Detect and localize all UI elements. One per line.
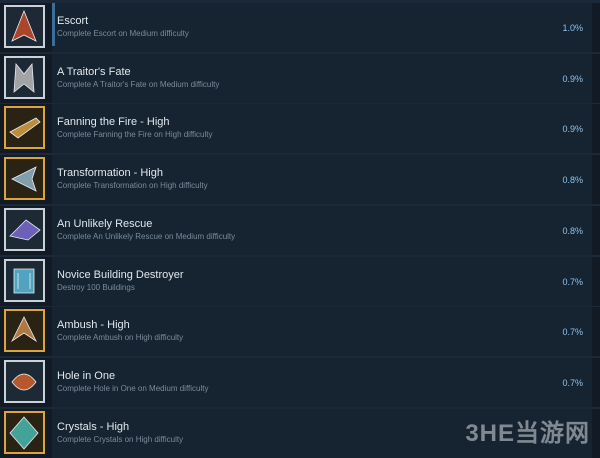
achievement-title: A Traitor's Fate — [57, 66, 131, 78]
achievement-description: Complete Fanning the Fire on High diffic… — [57, 130, 213, 139]
achievement-icon-frame — [4, 56, 45, 99]
fire-ship-icon — [9, 117, 41, 139]
hole-in-one-icon — [11, 373, 37, 391]
achievement-unlock-percent: 0.8% — [562, 226, 583, 236]
achievement-icon-frame — [4, 157, 45, 200]
achievement-title: Crystals - High — [57, 421, 130, 433]
achievement-content: Hole in One Complete Hole in One on Mediu… — [52, 358, 592, 407]
achievement-description: Complete Hole in One on Medium difficult… — [57, 384, 209, 393]
traitor-ship-icon — [13, 62, 35, 93]
escort-ship-icon — [11, 9, 37, 42]
transform-ship-icon — [11, 166, 37, 192]
achievement-description: Complete Crystals on High difficulty — [57, 435, 184, 444]
achievement-icon-frame — [4, 411, 45, 454]
achievement-unlock-percent: 1.0% — [562, 23, 583, 33]
achievement-unlock-percent: 0.7% — [562, 327, 583, 337]
achievement-description: Destroy 100 Buildings — [57, 283, 135, 292]
building-icon — [13, 268, 35, 294]
achievement-description: Complete Escort on Medium difficulty — [57, 29, 189, 38]
achievement-unlock-percent: 0.8% — [562, 175, 583, 185]
watermark: 3HE当游网 — [465, 413, 590, 448]
achievement-description: Complete A Traitor's Fate on Medium diff… — [57, 80, 220, 89]
achievement-unlock-percent: 0.7% — [562, 378, 583, 388]
achievement-content: An Unlikely Rescue Complete An Unlikely R… — [52, 206, 592, 255]
achievement-row[interactable]: A Traitor's Fate Complete A Traitor's Fat… — [0, 54, 600, 103]
achievement-content: Escort Complete Escort on Medium difficul… — [52, 3, 592, 52]
watermark-text: 3HE当游网 — [465, 420, 590, 447]
achievement-title: Fanning the Fire - High — [57, 116, 170, 128]
achievement-title: Transformation - High — [57, 167, 163, 179]
achievement-title: Hole in One — [57, 370, 116, 382]
achievement-row[interactable]: Novice Building Destroyer Destroy 100 Bui… — [0, 257, 600, 306]
achievement-icon-frame — [4, 259, 45, 302]
achievement-row[interactable]: Fanning the Fire - High Complete Fanning … — [0, 104, 600, 153]
achievement-title: Novice Building Destroyer — [57, 269, 184, 281]
achievement-content: Transformation - High Complete Transforma… — [52, 155, 592, 204]
achievement-unlock-percent: 0.9% — [562, 74, 583, 84]
achievement-row[interactable]: Ambush - High Complete Ambush on High dif… — [0, 307, 600, 356]
achievement-row[interactable]: An Unlikely Rescue Complete An Unlikely R… — [0, 206, 600, 255]
achievement-icon-frame — [4, 5, 45, 48]
achievement-content: Fanning the Fire - High Complete Fanning … — [52, 104, 592, 153]
achievement-description: Complete Transformation on High difficul… — [57, 181, 208, 190]
achievement-unlock-percent: 0.7% — [562, 277, 583, 287]
achievement-title: Ambush - High — [57, 319, 130, 331]
achievement-content: Novice Building Destroyer Destroy 100 Bui… — [52, 257, 592, 306]
achievement-icon-frame — [4, 360, 45, 403]
achievement-content: A Traitor's Fate Complete A Traitor's Fat… — [52, 54, 592, 103]
achievement-description: Complete Ambush on High difficulty — [57, 333, 184, 342]
crystals-ship-icon — [9, 416, 39, 450]
achievement-row[interactable]: Hole in One Complete Hole in One on Mediu… — [0, 358, 600, 407]
achievement-description: Complete An Unlikely Rescue on Medium di… — [57, 232, 236, 241]
achievement-title: Escort — [57, 15, 89, 27]
achievement-content: Ambush - High Complete Ambush on High dif… — [52, 307, 592, 356]
achievement-row[interactable]: Transformation - High Complete Transforma… — [0, 155, 600, 204]
achievement-title: An Unlikely Rescue — [57, 218, 153, 230]
ambush-ship-icon — [10, 316, 38, 343]
achievement-row[interactable]: Escort Complete Escort on Medium difficul… — [0, 3, 600, 52]
achievement-icon-frame — [4, 208, 45, 251]
achievement-icon-frame — [4, 309, 45, 352]
achievement-unlock-percent: 0.9% — [562, 124, 583, 134]
progress-marker — [52, 3, 55, 46]
rescue-ship-icon — [9, 219, 41, 241]
achievement-icon-frame — [4, 106, 45, 149]
